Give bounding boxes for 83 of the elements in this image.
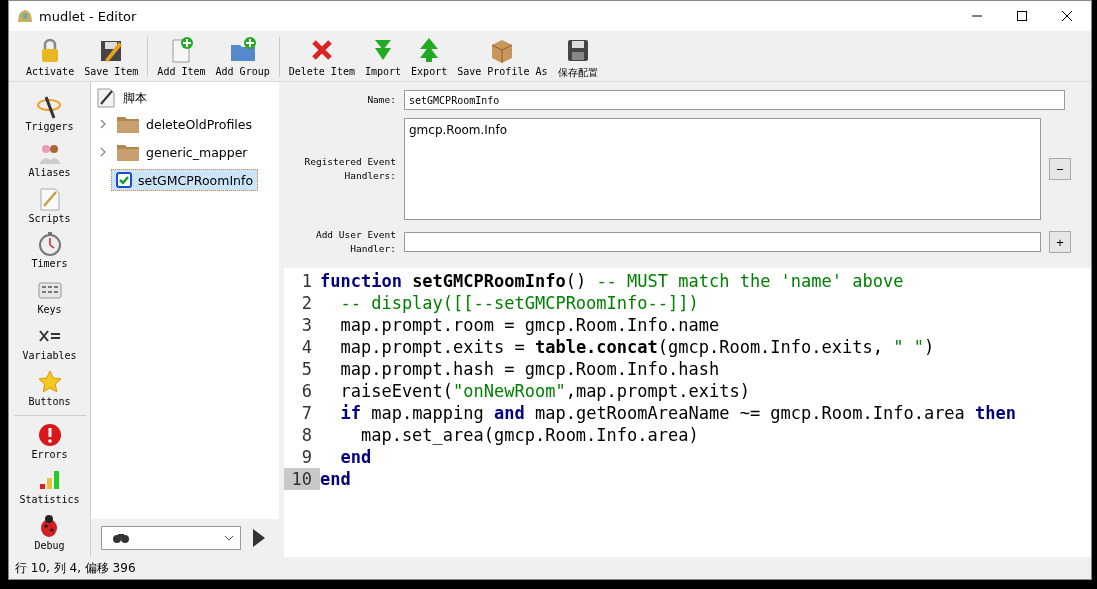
toolbar-button[interactable]: Add Item — [152, 31, 211, 77]
sidebar-button[interactable]: Errors — [31, 419, 68, 466]
line-number: 5 — [300, 358, 313, 380]
code-keyword: end — [339, 447, 372, 467]
sidebar-button[interactable]: Timers — [31, 229, 68, 276]
toolbar-button[interactable]: 保存配置 — [552, 31, 603, 80]
name-field[interactable]: setGMCPRoomInfo — [404, 90, 1065, 110]
code-comment: -- MUST match the 'name' above — [596, 271, 904, 291]
exclamation-icon — [36, 421, 63, 448]
toolbar-button[interactable]: Delete Item — [283, 31, 360, 77]
tree-item[interactable]: setGMCPRoomInfo — [111, 169, 259, 191]
code-text: map.prompt.room = gmcp.Room.Info.name — [339, 315, 720, 335]
sidebar-button[interactable]: Aliases — [28, 137, 71, 184]
code-function: setGMCPRoomInfo — [412, 271, 566, 291]
add-handler-field[interactable] — [404, 232, 1041, 252]
sidebar-button[interactable]: Triggers — [25, 92, 74, 138]
line-number: 3 — [300, 314, 313, 336]
remove-handler-button[interactable]: − — [1049, 158, 1071, 180]
line-number: 6 — [300, 380, 313, 402]
code-keyword: and — [494, 403, 525, 423]
code-text: map.getRoomAreaName ~= gmcp.Room.Info.area — [533, 403, 966, 423]
code-function: table.concat — [534, 337, 658, 357]
line-number: 9 — [300, 446, 313, 468]
caret-icon — [224, 535, 234, 541]
sidebar-button[interactable]: Statistics — [19, 465, 80, 512]
toolbar-button[interactable]: Add Group — [210, 31, 275, 77]
list-item[interactable]: gmcp.Room.Info — [409, 123, 1036, 137]
code-keyword: function — [320, 271, 403, 291]
add-handler-button[interactable]: + — [1049, 231, 1071, 253]
window-title: mudlet - Editor — [39, 8, 137, 24]
toolbar-button[interactable]: Import — [359, 31, 407, 77]
stopwatch-icon — [36, 231, 63, 258]
code-string: " " — [893, 337, 924, 357]
line-number: 8 — [300, 424, 313, 446]
lasso-icon — [36, 94, 63, 120]
code-text: (gmcp.Room.Info.exits, — [657, 337, 884, 357]
code-text: ,map.prompt.exits) — [565, 381, 750, 401]
code-comment: -- display([[--setGMCPRoomInfo--]]) — [339, 293, 699, 313]
code-text: map.set_area(gmcp.Room.Info.area) — [359, 425, 699, 445]
code-string: "onNewRoom" — [453, 381, 566, 401]
sidebar-button[interactable]: Variables — [22, 321, 77, 367]
sidebar-button[interactable]: Buttons — [28, 366, 71, 413]
code-text: raiseEvent( — [339, 381, 454, 401]
add-handler-label: Add User Event Handler: — [314, 228, 396, 256]
line-number: 1 — [300, 270, 313, 292]
name-label: Name: — [366, 93, 396, 107]
pencil-page-icon — [95, 87, 117, 109]
app-icon — [17, 8, 33, 24]
code-text: map.mapping — [370, 403, 485, 423]
sidebar-button[interactable]: Debug — [34, 511, 65, 557]
event-handlers-list[interactable]: gmcp.Room.Info — [404, 118, 1041, 220]
toolbar-button[interactable]: Activate — [21, 31, 80, 77]
code-editor[interactable] — [284, 268, 1091, 557]
handlers-label: Registered Event Handlers: — [303, 155, 396, 183]
code-text: ) — [923, 337, 935, 357]
toolbar-button[interactable]: Save Item — [79, 31, 144, 77]
code-text: () — [565, 271, 588, 291]
folder-icon — [116, 142, 140, 162]
search-dropdown[interactable] — [101, 526, 241, 550]
line-number: 4 — [300, 336, 313, 358]
code-keyword: then — [975, 403, 1017, 423]
star-icon — [36, 368, 63, 395]
code-keyword: end — [320, 469, 351, 489]
binoculars-icon — [112, 532, 130, 544]
close-icon[interactable] — [1061, 10, 1073, 22]
folder-plus-icon — [228, 36, 257, 64]
sidebar-button[interactable]: Scripts — [28, 183, 71, 230]
tree-item[interactable]: generic_mapper — [111, 139, 253, 165]
sidebar-button[interactable]: Keys — [36, 275, 63, 321]
code-text: map.prompt.hash = gmcp.Room.Info.hash — [339, 359, 720, 379]
code-text: map.prompt.exits = — [339, 337, 526, 357]
maximize-icon[interactable] — [1016, 10, 1028, 22]
tree-root-label[interactable]: 脚本 — [123, 89, 147, 107]
line-number: 7 — [300, 402, 313, 424]
tree-item[interactable]: deleteOldProfiles — [111, 111, 257, 137]
code-keyword: if — [339, 403, 361, 423]
line-number: 10 — [284, 468, 320, 490]
toolbar-button[interactable]: Export — [406, 31, 453, 77]
line-number: 2 — [300, 292, 313, 314]
folder-icon — [116, 114, 140, 134]
status-text: 行 10, 列 4, 偏移 396 — [14, 559, 137, 577]
play-icon[interactable] — [253, 529, 265, 547]
toolbar-button[interactable]: Save Profile As — [452, 31, 553, 77]
